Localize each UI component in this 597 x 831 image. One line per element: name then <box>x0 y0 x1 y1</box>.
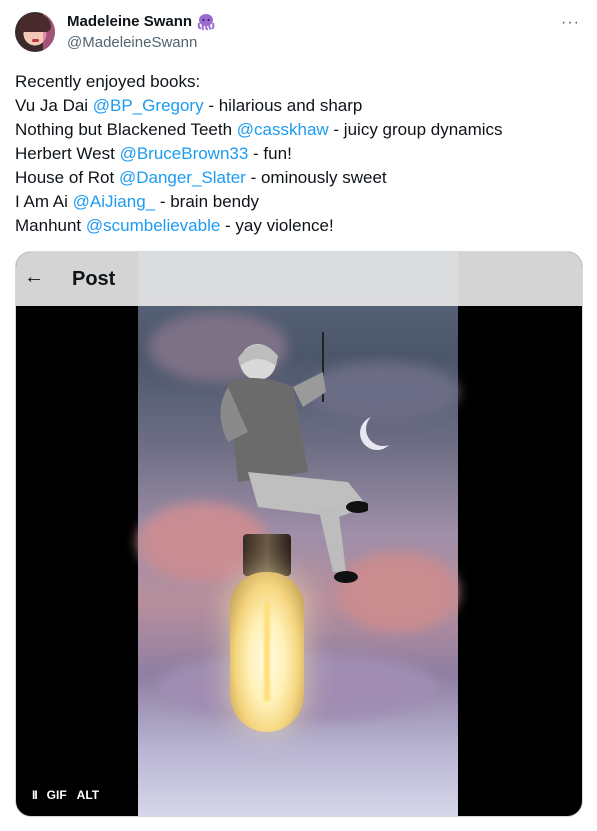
avatar[interactable] <box>15 12 55 52</box>
book-comment: - yay violence! <box>220 216 334 235</box>
book-comment: - ominously sweet <box>245 168 387 187</box>
book-line: House of Rot @Danger_Slater - ominously … <box>15 166 582 190</box>
book-line: I Am Ai @AiJiang_ - brain bendy <box>15 190 582 214</box>
pause-icon[interactable]: II <box>32 788 38 802</box>
back-arrow-icon[interactable]: ← <box>24 266 44 289</box>
more-options-icon[interactable]: ··· <box>561 14 580 32</box>
book-comment: - brain bendy <box>155 192 260 211</box>
book-title: House of Rot <box>15 168 119 187</box>
author-handle[interactable]: @MadeleineSwann <box>67 33 216 53</box>
author-names: Madeleine Swann @MadeleineSwann <box>67 12 216 53</box>
octopus-emoji-icon <box>197 14 215 31</box>
book-title: Nothing but Blackened Teeth <box>15 120 237 139</box>
mention-link[interactable]: @scumbelievable <box>86 216 220 235</box>
alt-text-button[interactable]: ALT <box>77 788 99 802</box>
book-comment: - juicy group dynamics <box>328 120 503 139</box>
embedded-post-title: Post <box>72 268 116 290</box>
mention-link[interactable]: @BruceBrown33 <box>120 144 249 163</box>
book-title: I Am Ai <box>15 192 73 211</box>
mention-link[interactable]: @AiJiang_ <box>73 192 155 211</box>
book-comment: - hilarious and sharp <box>203 96 363 115</box>
gif-image[interactable] <box>138 252 458 816</box>
book-title: Manhunt <box>15 216 86 235</box>
media-card[interactable]: ← Post II GIF ALT <box>15 251 583 817</box>
mention-link[interactable]: @BP_Gregory <box>93 96 204 115</box>
mention-link[interactable]: @casskhaw <box>237 120 329 139</box>
book-title: Vu Ja Dai <box>15 96 93 115</box>
light-bulb <box>230 572 304 732</box>
book-line: Nothing but Blackened Teeth @casskhaw - … <box>15 118 582 142</box>
tweet-intro: Recently enjoyed books: <box>15 72 201 91</box>
gif-badge: GIF <box>46 788 67 802</box>
book-line: Manhunt @scumbelievable - yay violence! <box>15 214 582 238</box>
book-line: Vu Ja Dai @BP_Gregory - hilarious and sh… <box>15 94 582 118</box>
tweet-text: Recently enjoyed books: Vu Ja Dai @BP_Gr… <box>15 70 582 238</box>
moon-shape <box>366 412 400 446</box>
book-comment: - fun! <box>248 144 292 163</box>
author-display-name[interactable]: Madeleine Swann <box>67 12 216 32</box>
book-title: Herbert West <box>15 144 120 163</box>
book-line: Herbert West @BruceBrown33 - fun! <box>15 142 582 166</box>
bulb-socket <box>243 534 291 576</box>
display-name-text[interactable]: Madeleine Swann <box>67 12 192 32</box>
tweet-header: Madeleine Swann @MadeleineSwann ··· <box>15 12 582 56</box>
embedded-post-bar: ← Post <box>16 252 582 306</box>
gif-controls: II GIF ALT <box>32 788 99 802</box>
mention-link[interactable]: @Danger_Slater <box>119 168 246 187</box>
